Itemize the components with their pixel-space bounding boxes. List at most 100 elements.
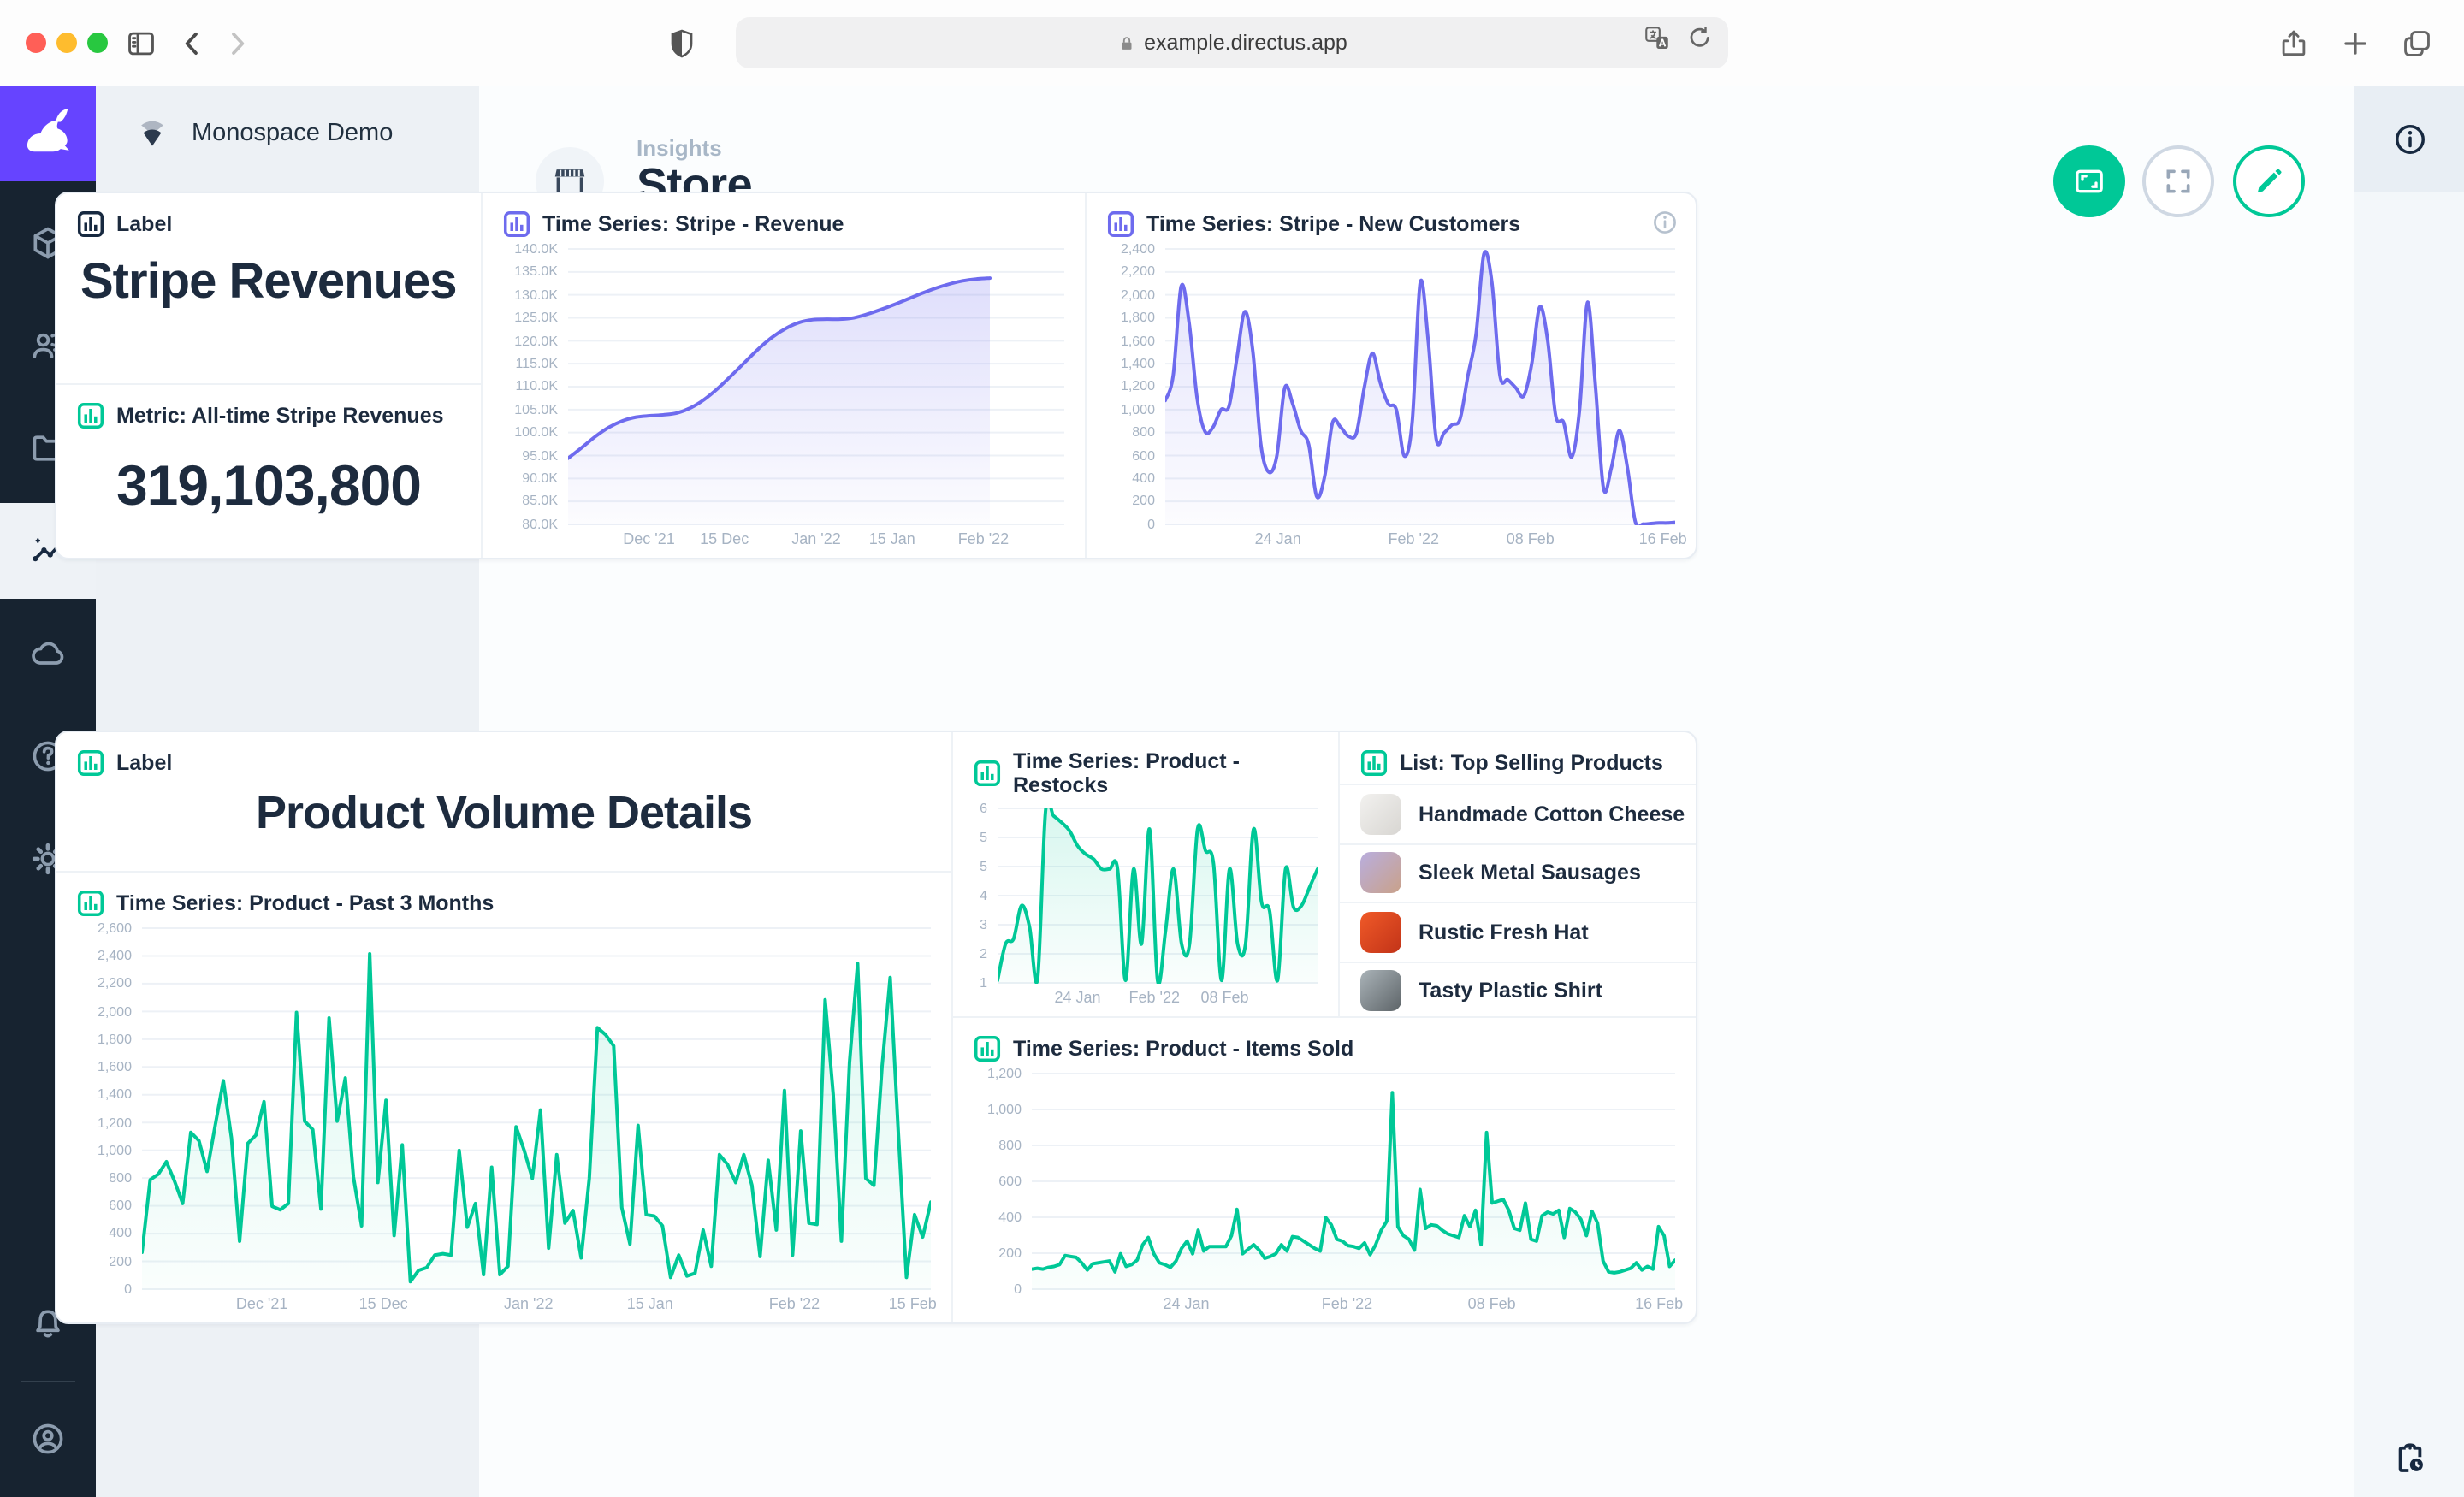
right-rail — [2353, 86, 2464, 1497]
fullscreen-button[interactable] — [2142, 145, 2214, 217]
y-axis-tick: 130.0K — [514, 287, 558, 303]
forward-icon[interactable] — [216, 22, 257, 63]
y-axis-tick: 1,000 — [98, 1143, 132, 1158]
x-axis-tick: 08 Feb — [1507, 530, 1555, 547]
y-axis-tick: 1,200 — [98, 1115, 132, 1130]
product-thumbnail — [1360, 912, 1401, 953]
product-list-item[interactable]: Sleek Metal Sausages — [1340, 843, 1696, 902]
product-list-item[interactable]: Tasty Plastic Shirt — [1340, 961, 1696, 1020]
present-mode-button[interactable] — [2053, 145, 2125, 217]
y-axis-tick: 800 — [1132, 425, 1155, 441]
y-axis-tick: 0 — [1014, 1281, 1022, 1297]
x-axis-tick: 15 Dec — [359, 1295, 408, 1312]
share-icon[interactable] — [2272, 22, 2313, 63]
panel-label-stripe: Label Stripe Revenues — [56, 193, 481, 383]
x-axis-tick: 15 Jan — [869, 530, 915, 547]
edit-dashboard-button[interactable] — [2233, 145, 2305, 217]
y-axis-tick: 125.0K — [514, 310, 558, 325]
zoom-window-button[interactable] — [87, 33, 108, 53]
new-tab-icon[interactable] — [2334, 22, 2375, 63]
panel-label-product: Label Product Volume Details — [56, 732, 951, 871]
panel-info-icon[interactable] — [1651, 209, 1679, 236]
y-axis-tick: 2,200 — [98, 976, 132, 991]
cloud-icon — [29, 635, 67, 672]
x-axis-tick: Dec '21 — [623, 530, 674, 547]
y-axis-tick: 95.0K — [522, 447, 558, 463]
y-axis-tick: 400 — [1132, 470, 1155, 486]
product-list-item[interactable]: Handmade Cotton Cheese — [1340, 784, 1696, 843]
product-thumbnail — [1360, 971, 1401, 1012]
y-axis-tick: 600 — [109, 1198, 132, 1213]
pencil-icon — [2252, 164, 2286, 198]
metric-value: 319,103,800 — [56, 453, 481, 518]
panel-top-selling: List: Top Selling Products Handmade Cott… — [1338, 732, 1696, 1016]
y-axis-tick: 85.0K — [522, 494, 558, 509]
panel-header-metric: Metric: All-time Stripe Revenues — [116, 404, 444, 428]
y-axis-tick: 115.0K — [515, 356, 558, 371]
x-axis-tick: 16 Feb — [1639, 530, 1687, 547]
y-axis-tick: 0 — [124, 1281, 132, 1297]
activity-sidebar-button[interactable] — [2354, 1441, 2464, 1476]
shield-icon[interactable] — [660, 22, 702, 63]
module-account-button[interactable] — [0, 1398, 96, 1480]
y-axis-tick: 110.0K — [515, 379, 558, 394]
y-axis-tick: 1,600 — [98, 1059, 132, 1074]
panel-product-restocks: Time Series: Product - Restocks 65543212… — [953, 732, 1338, 1016]
y-axis-tick: 200 — [109, 1253, 132, 1269]
x-axis-tick: 15 Feb — [889, 1295, 937, 1312]
directus-logo[interactable] — [0, 86, 96, 181]
minimize-window-button[interactable] — [56, 33, 77, 53]
x-axis-tick: 24 Jan — [1163, 1295, 1209, 1312]
y-axis-tick: 600 — [1132, 447, 1155, 463]
y-axis-tick: 400 — [998, 1210, 1022, 1225]
close-window-button[interactable] — [26, 33, 46, 53]
tabs-icon[interactable] — [2396, 22, 2437, 63]
chart-product-sold: 1,2001,000800600400200024 JanFeb '2208 F… — [953, 1069, 1696, 1322]
timeseries-panel-icon — [974, 1035, 1001, 1062]
y-axis-tick: 2,200 — [1121, 264, 1155, 280]
y-axis-tick: 1,800 — [1121, 310, 1155, 325]
y-axis-tick: 1,400 — [1121, 356, 1155, 371]
breadcrumb[interactable]: Insights — [637, 135, 722, 161]
top-selling-list: Handmade Cotton CheeseSleek Metal Sausag… — [1340, 784, 1696, 1020]
reload-icon[interactable] — [1685, 24, 1715, 53]
product-volume-label: Product Volume Details — [56, 784, 951, 840]
translate-icon[interactable] — [1643, 24, 1672, 53]
product-list-item[interactable]: Rustic Fresh Hat — [1340, 902, 1696, 961]
panel-product-left: Label Product Volume Details Time Series… — [56, 732, 951, 1322]
info-sidebar-button[interactable] — [2354, 86, 2464, 192]
panel-product-right: Time Series: Product - Restocks 65543212… — [951, 732, 1696, 1322]
project-switcher[interactable]: Monospace Demo — [96, 86, 479, 181]
timeseries-panel-icon — [77, 890, 104, 917]
y-axis-tick: 1,800 — [98, 1032, 132, 1047]
panel-product-sold: Time Series: Product - Items Sold 1,2001… — [953, 1016, 1696, 1322]
x-axis-tick: 16 Feb — [1635, 1295, 1683, 1312]
fullscreen-icon — [2161, 164, 2195, 198]
url-bar[interactable]: example.directus.app — [736, 17, 1728, 68]
y-axis-tick: 80.0K — [522, 517, 558, 532]
product-name: Tasty Plastic Shirt — [1419, 979, 1602, 1003]
y-axis-tick: 1,400 — [98, 1087, 132, 1103]
back-icon[interactable] — [171, 22, 212, 63]
panel-group-stripe: Label Stripe Revenues Metric: All-time S… — [55, 192, 1697, 559]
panel-stripe-customers: Time Series: Stripe - New Customers 2,40… — [1085, 193, 1696, 558]
url-text: example.directus.app — [1144, 31, 1348, 55]
panel-header-label1: Label — [116, 212, 172, 236]
rabbit-icon — [19, 104, 77, 163]
x-axis-tick: 15 Jan — [627, 1295, 673, 1312]
chart-stripe-revenue: 140.0K135.0K130.0K125.0K120.0K115.0K110.… — [483, 245, 1085, 558]
module-cloud-button[interactable] — [0, 602, 96, 705]
y-axis-tick: 3 — [980, 917, 987, 932]
y-axis-tick: 105.0K — [514, 402, 558, 417]
timeseries-panel-icon — [974, 760, 1001, 787]
list-panel-icon — [1360, 749, 1388, 777]
x-axis-tick: 15 Dec — [700, 530, 749, 547]
project-name: Monospace Demo — [192, 120, 393, 147]
panel-header-toplist: List: Top Selling Products — [1400, 751, 1663, 775]
y-axis-tick: 200 — [998, 1246, 1022, 1261]
sidebar-toggle-icon[interactable] — [120, 22, 161, 63]
y-axis-tick: 200 — [1132, 494, 1155, 509]
x-axis-tick: 24 Jan — [1054, 989, 1100, 1006]
avatar-icon — [29, 1420, 67, 1458]
clipboard-clock-icon — [2391, 1441, 2427, 1476]
